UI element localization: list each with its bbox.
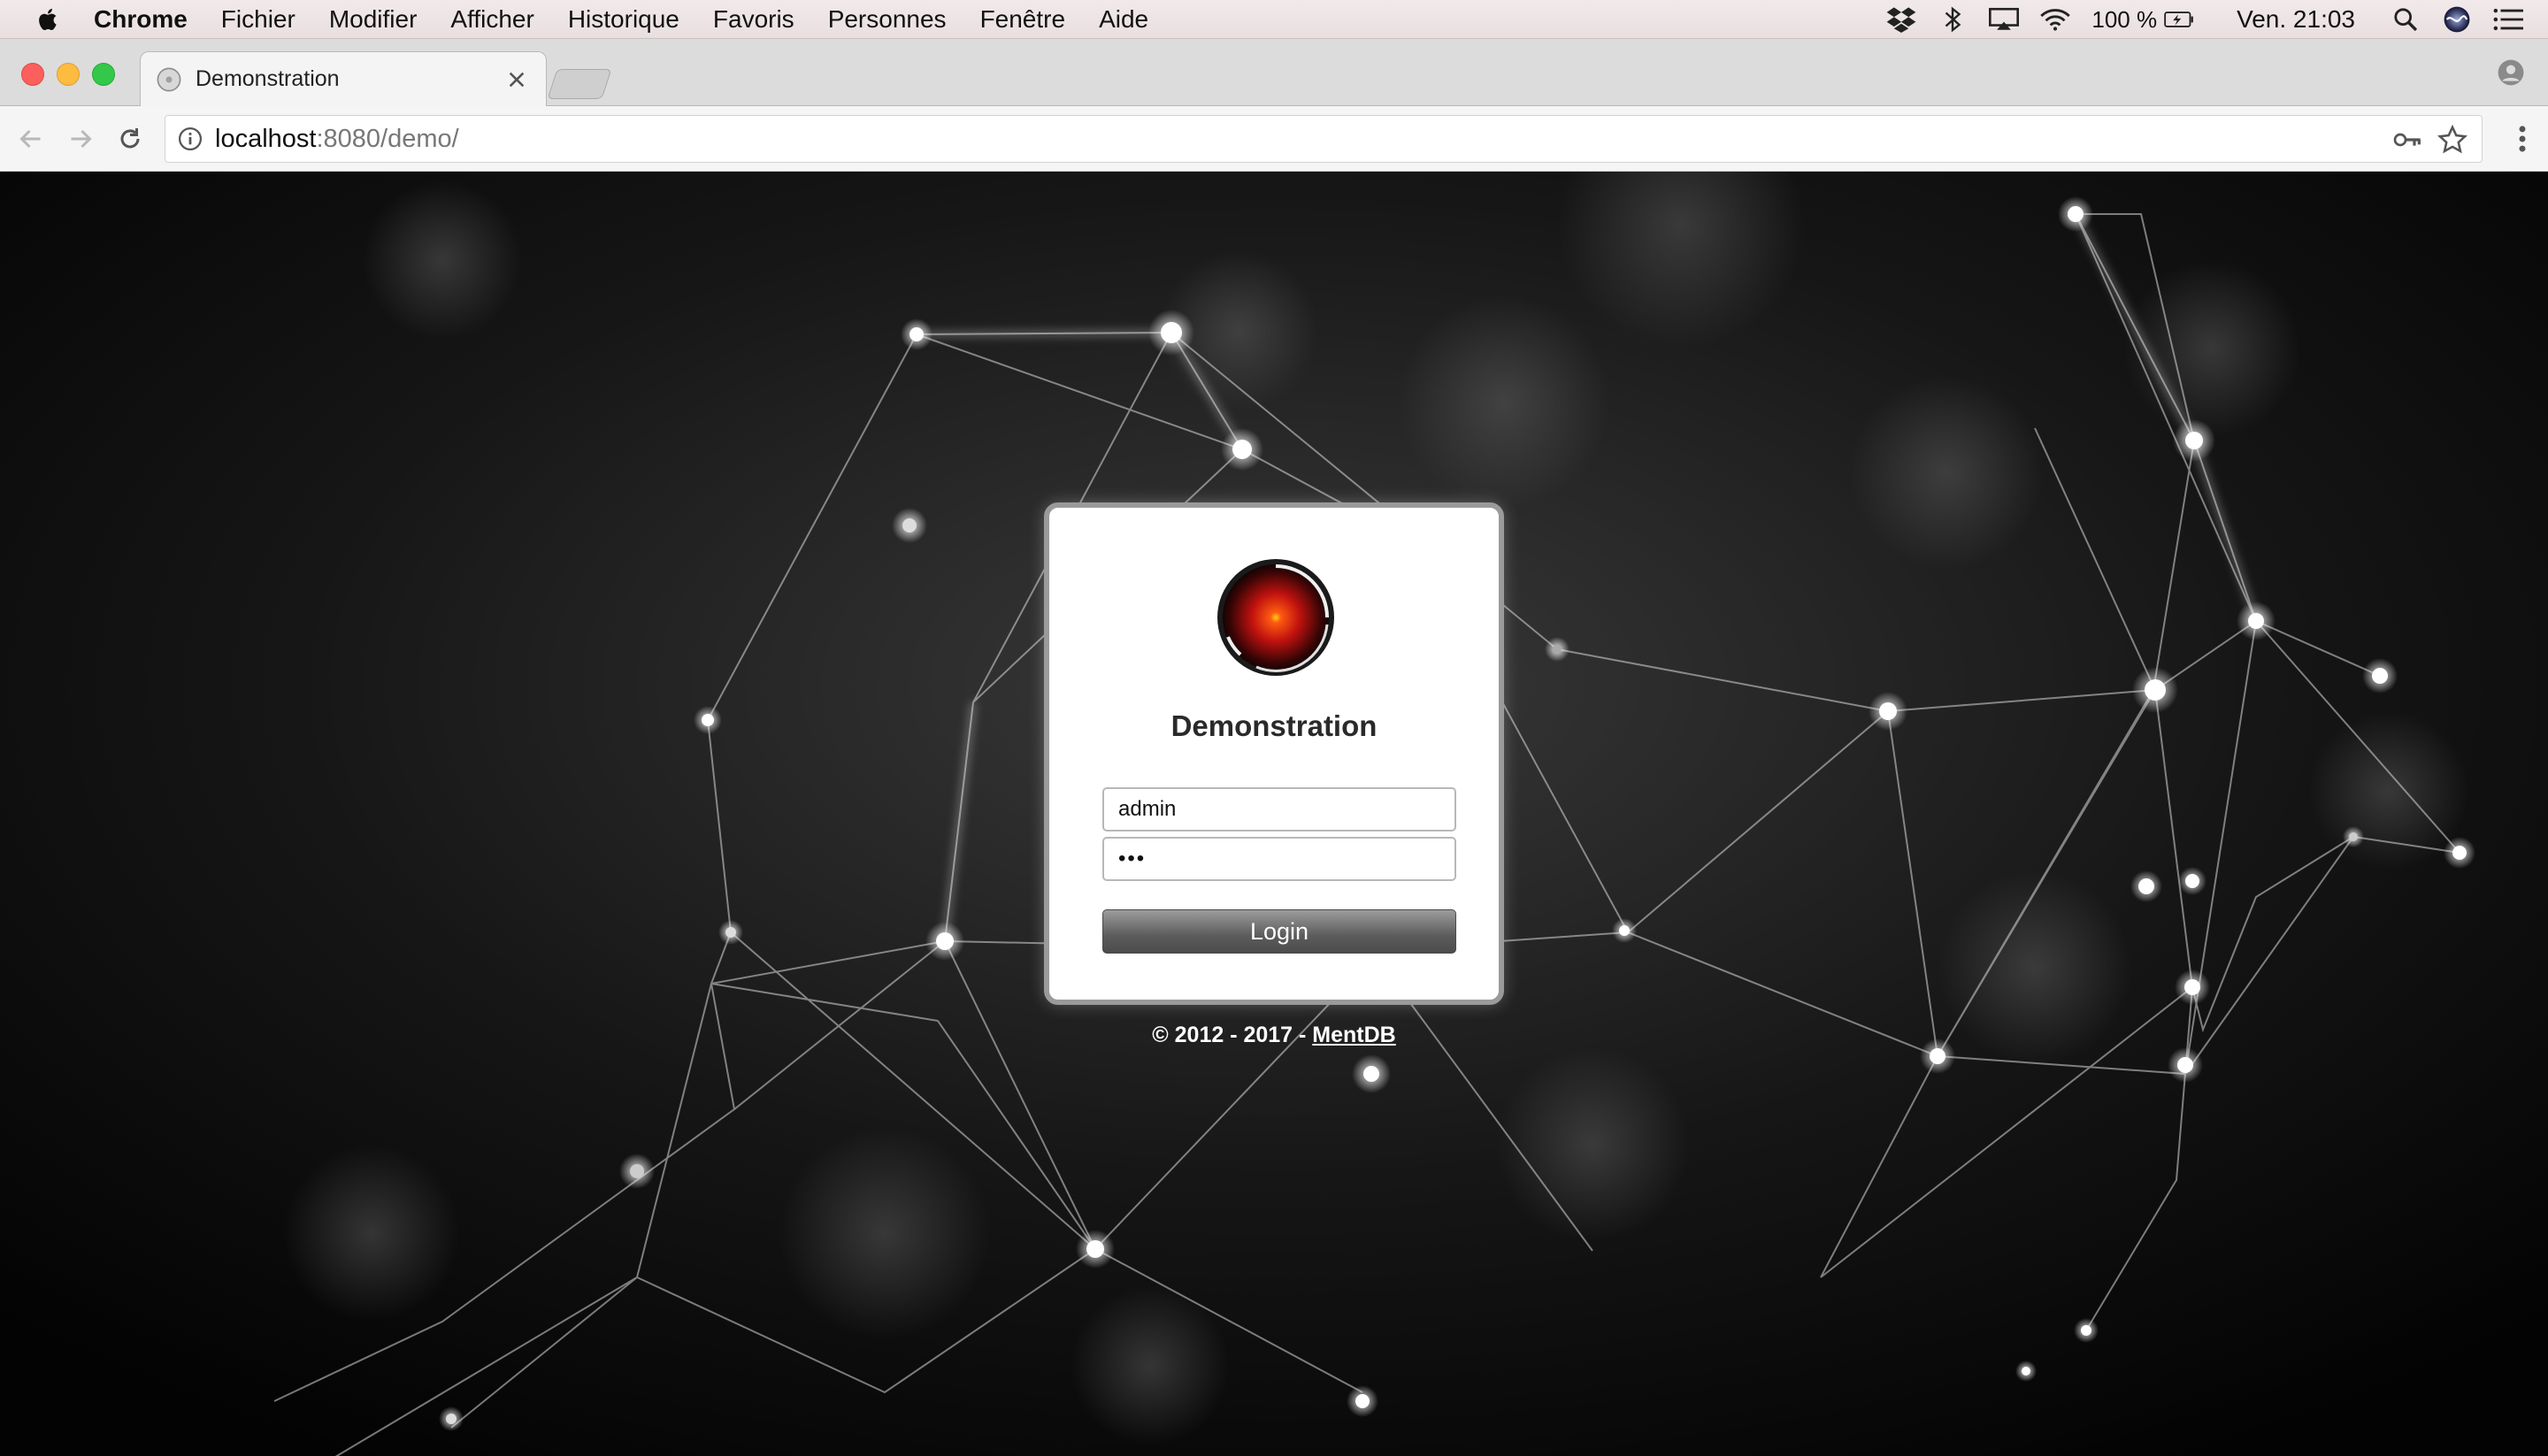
status-area: 100 % Ven. 21:03 [1886, 0, 2548, 39]
spotlight-search-icon[interactable] [2391, 6, 2421, 33]
login-button[interactable]: Login [1102, 909, 1456, 954]
macos-menubar: Chrome Fichier Modifier Afficher Histori… [0, 0, 2548, 39]
url-path: :8080/demo/ [316, 124, 459, 153]
profile-icon[interactable] [2497, 58, 2525, 87]
hal-eye-logo [1217, 559, 1334, 676]
close-window-button[interactable] [21, 63, 44, 86]
forward-button[interactable] [64, 122, 97, 156]
page-viewport: Demonstration Login © 2012 - 2017 - Ment… [0, 172, 2548, 1456]
chrome-menu-icon[interactable] [2509, 122, 2536, 156]
copyright-text: © 2012 - 2017 - [1152, 1023, 1313, 1047]
clock[interactable]: Ven. 21:03 [2237, 5, 2355, 34]
notification-center-icon[interactable] [2493, 6, 2523, 33]
address-bar[interactable]: localhost:8080/demo/ [165, 115, 2483, 163]
browser-tab-active[interactable]: Demonstration [140, 51, 547, 106]
menu-personnes[interactable]: Personnes [828, 5, 947, 34]
browser-tab-strip: Demonstration [0, 39, 2548, 106]
menu-aide[interactable]: Aide [1099, 5, 1148, 34]
browser-toolbar: localhost:8080/demo/ [0, 106, 2548, 172]
close-tab-icon[interactable] [507, 70, 526, 89]
menu-app-name[interactable]: Chrome [94, 5, 188, 34]
info-icon[interactable] [178, 126, 203, 151]
favicon-icon [157, 67, 181, 91]
back-button[interactable] [14, 122, 48, 156]
menu-favoris[interactable]: Favoris [713, 5, 794, 34]
menu-historique[interactable]: Historique [568, 5, 679, 34]
wifi-icon[interactable] [2040, 6, 2071, 33]
bluetooth-icon[interactable] [1938, 6, 1968, 33]
menu-afficher[interactable]: Afficher [450, 5, 533, 34]
battery-percentage: 100 % [2091, 5, 2158, 33]
battery-icon[interactable] [2164, 6, 2194, 33]
reload-icon [120, 128, 140, 149]
menu-fichier[interactable]: Fichier [221, 5, 295, 34]
dropbox-icon[interactable] [1886, 6, 1916, 33]
menu-fenetre[interactable]: Fenêtre [980, 5, 1066, 34]
reload-button[interactable] [113, 122, 147, 156]
footer: © 2012 - 2017 - MentDB [1044, 1023, 1504, 1048]
menu-modifier[interactable]: Modifier [329, 5, 418, 34]
login-card: Demonstration Login [1044, 502, 1504, 1005]
airplay-icon[interactable] [1989, 6, 2020, 33]
login-title: Demonstration [1170, 709, 1378, 742]
key-icon[interactable] [2393, 126, 2421, 153]
tab-title: Demonstration [196, 66, 340, 91]
bookmark-star-icon[interactable] [2437, 125, 2467, 155]
maximize-window-button[interactable] [92, 63, 115, 86]
arrow-left-icon [19, 129, 41, 149]
arrow-right-icon [71, 129, 92, 149]
password-input[interactable] [1102, 837, 1456, 881]
minimize-window-button[interactable] [57, 63, 80, 86]
new-tab-button[interactable] [547, 69, 612, 99]
username-input[interactable] [1102, 787, 1456, 831]
apple-icon[interactable] [35, 6, 62, 33]
mentdb-link[interactable]: MentDB [1312, 1023, 1395, 1047]
siri-icon[interactable] [2442, 6, 2472, 33]
url-host: localhost [215, 124, 317, 153]
